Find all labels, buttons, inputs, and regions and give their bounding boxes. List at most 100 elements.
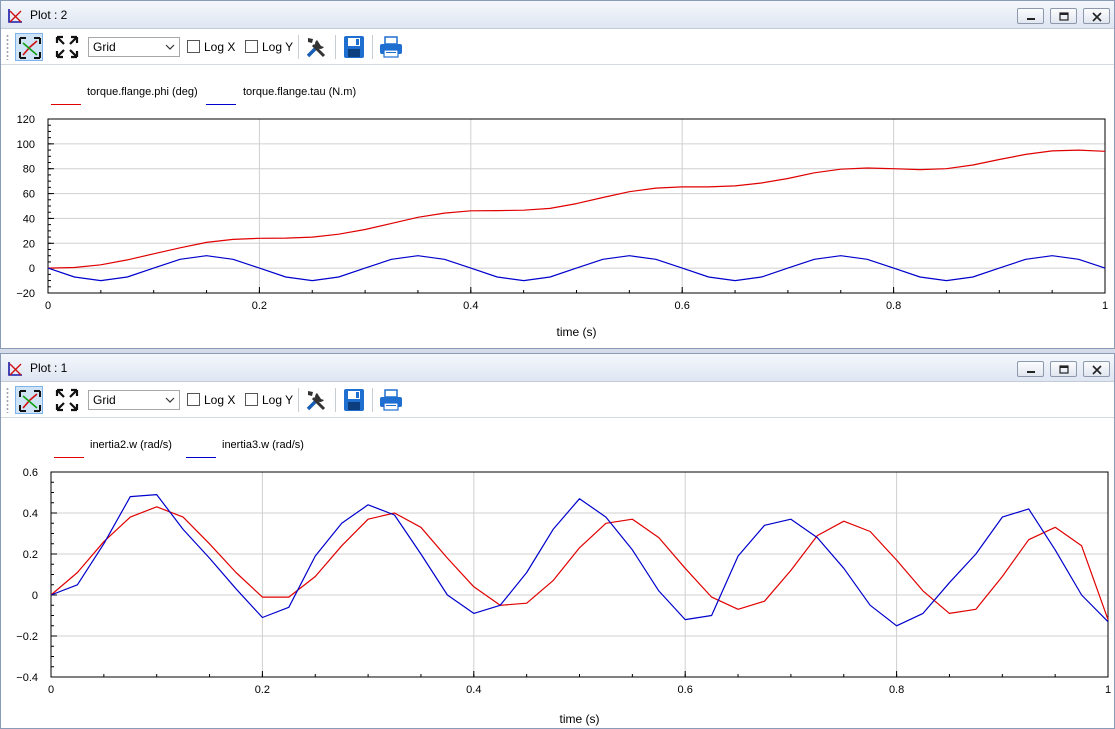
toolbar-grip[interactable]: [6, 34, 9, 60]
window-title: Plot : 1: [30, 361, 68, 375]
x-tick-label: 0.8: [886, 300, 901, 312]
y-tick-label: 80: [23, 164, 35, 176]
zoom-mode-icon: [19, 390, 41, 412]
fit-in-view-button[interactable]: [53, 386, 81, 414]
x-tick-label: 1: [1102, 300, 1108, 312]
grid-select-value: Grid: [93, 393, 116, 407]
legend-swatch-inertia3: [186, 457, 216, 458]
plot-window-1: Plot : 1 Grid Log X Log Y inertia2.w (ra…: [0, 353, 1115, 729]
legend-swatch-phi: [51, 104, 81, 105]
x-tick-label: 0.4: [466, 684, 481, 696]
y-tick-label: 20: [23, 238, 35, 250]
x-axis-label: time (s): [560, 712, 600, 726]
close-button[interactable]: [1083, 8, 1110, 24]
zoom-mode-button[interactable]: [15, 33, 43, 61]
grid-select[interactable]: Grid: [88, 37, 180, 57]
plot-window-icon: [8, 362, 22, 376]
toolbar-separator: [372, 35, 373, 59]
y-tick-label: 120: [17, 114, 35, 126]
minimize-icon: [1027, 371, 1035, 373]
x-tick-label: 0.2: [255, 684, 270, 696]
minimize-button[interactable]: [1017, 361, 1044, 377]
log-y-checkbox[interactable]: [245, 40, 258, 53]
minimize-icon: [1027, 18, 1035, 20]
plot-toolbar: Grid Log X Log Y: [1, 382, 1114, 418]
save-icon: [344, 36, 364, 58]
log-y-checkbox[interactable]: [245, 393, 258, 406]
log-x-checkbox[interactable]: [187, 393, 200, 406]
toolbar-separator: [298, 388, 299, 412]
restore-icon: [1059, 12, 1069, 21]
log-x-label: Log X: [204, 40, 236, 54]
save-button[interactable]: [340, 386, 368, 414]
y-tick-label: −0.2: [16, 631, 38, 643]
y-tick-label: 100: [17, 139, 35, 151]
y-tick-label: 40: [23, 213, 35, 225]
x-axis-label: time (s): [557, 325, 597, 339]
restore-icon: [1059, 365, 1069, 374]
legend-label-tau[interactable]: torque.flange.tau (N.m): [243, 86, 356, 98]
fit-in-view-icon: [55, 388, 79, 412]
log-y-label: Log Y: [262, 393, 294, 407]
minimize-button[interactable]: [1017, 8, 1044, 24]
plot-canvas[interactable]: 0 0.2 0.4 0.6 0.8 1 −0.4 −0.2 0 0.2 0.4 0.6 time (s): [1, 462, 1114, 728]
x-tick-label: 0.8: [889, 684, 904, 696]
restore-button[interactable]: [1050, 361, 1077, 377]
restore-button[interactable]: [1050, 8, 1077, 24]
series-line-1: [50, 506, 1109, 620]
plot-window-icon: [8, 9, 22, 23]
window-title: Plot : 2: [30, 8, 68, 22]
toolbar-separator: [335, 388, 336, 412]
chevron-down-icon: [165, 44, 175, 50]
legend-swatch-tau: [206, 104, 236, 105]
y-tick-label: 0.6: [23, 467, 38, 479]
zoom-mode-button[interactable]: [15, 386, 43, 414]
setup-button[interactable]: [303, 386, 331, 414]
y-tick-label: 0: [29, 263, 35, 275]
setup-button[interactable]: [303, 33, 331, 61]
y-tick-label: 0.4: [23, 508, 38, 520]
legend-swatch-inertia2: [54, 457, 84, 458]
save-icon: [344, 389, 364, 411]
print-button[interactable]: [377, 33, 405, 61]
x-tick-label: 0.6: [678, 684, 693, 696]
legend-label-inertia3[interactable]: inertia3.w (rad/s): [222, 439, 304, 451]
print-icon: [380, 389, 402, 411]
log-y-label: Log Y: [262, 40, 294, 54]
fit-in-view-icon: [55, 35, 79, 59]
y-tick-label: −0.4: [16, 672, 38, 684]
y-tick-label: 60: [23, 189, 35, 201]
x-tick-label: 0: [45, 300, 51, 312]
plot-frame: [47, 118, 1106, 294]
legend-label-phi[interactable]: torque.flange.phi (deg): [87, 86, 198, 98]
x-tick-label: 0.4: [463, 300, 478, 312]
zoom-mode-icon: [19, 37, 41, 59]
legend-label-inertia2[interactable]: inertia2.w (rad/s): [90, 439, 172, 451]
x-tick-label: 0.2: [252, 300, 267, 312]
close-button[interactable]: [1083, 361, 1110, 377]
log-x-label: Log X: [204, 393, 236, 407]
title-bar[interactable]: Plot : 1: [1, 354, 1114, 382]
close-icon: [1092, 12, 1102, 22]
y-tick-label: 0.2: [23, 549, 38, 561]
toolbar-grip[interactable]: [6, 387, 9, 413]
print-button[interactable]: [377, 386, 405, 414]
title-bar[interactable]: Plot : 2: [1, 1, 1114, 29]
y-tick-label: 0: [32, 590, 38, 602]
chevron-down-icon: [165, 397, 175, 403]
tools-icon: [306, 38, 326, 58]
save-button[interactable]: [340, 33, 368, 61]
close-icon: [1092, 365, 1102, 375]
plot-frame: [50, 471, 1109, 678]
plot-toolbar: Grid Log X Log Y: [1, 29, 1114, 65]
grid-select-value: Grid: [93, 40, 116, 54]
fit-in-view-button[interactable]: [53, 33, 81, 61]
y-tick-label: −20: [16, 288, 35, 300]
toolbar-separator: [372, 388, 373, 412]
grid-select[interactable]: Grid: [88, 390, 180, 410]
plot-canvas[interactable]: 0 0.2 0.4 0.6 0.8 1 −20 0 20 40 60 80 100 120 time (s): [1, 109, 1114, 347]
log-x-checkbox[interactable]: [187, 40, 200, 53]
series-line-2: [50, 493, 1109, 627]
print-icon: [380, 36, 402, 58]
x-tick-label: 0.6: [675, 300, 690, 312]
